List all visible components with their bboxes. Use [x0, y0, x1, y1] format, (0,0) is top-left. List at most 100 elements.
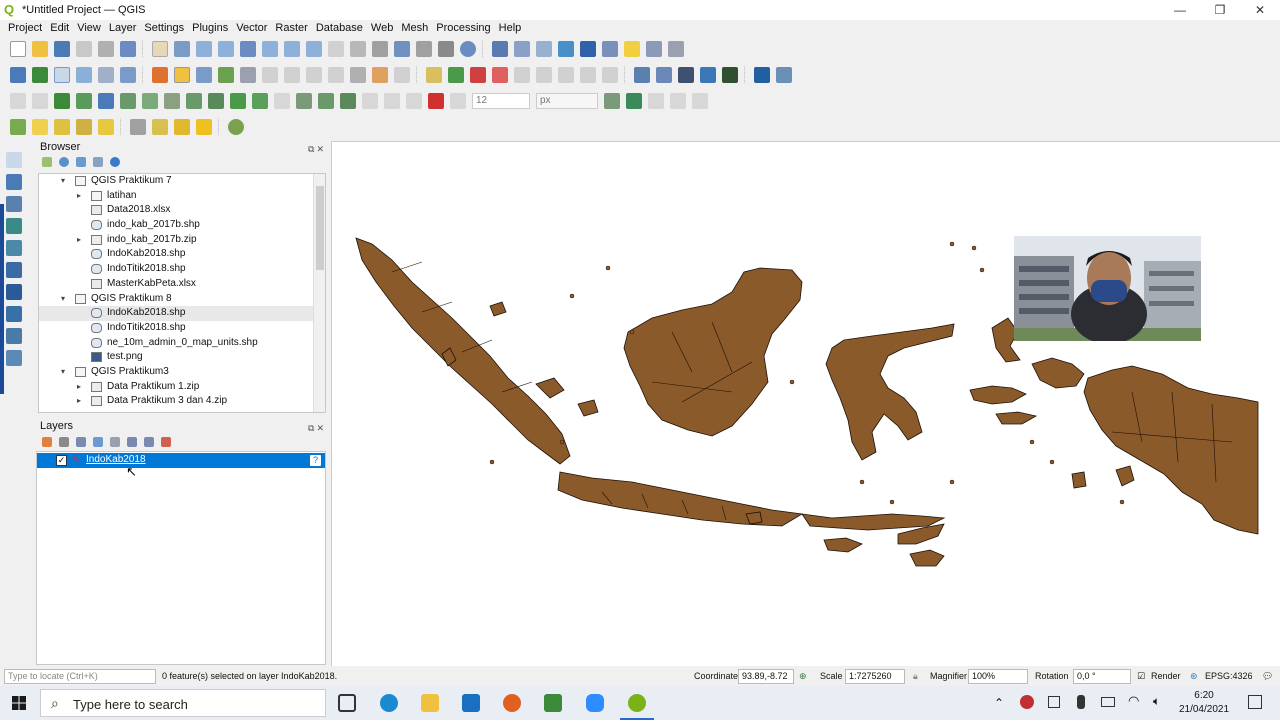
help-contents-icon[interactable] [754, 67, 770, 83]
zoom-app-icon[interactable] [586, 694, 604, 712]
advanced-digitize-icon[interactable] [10, 93, 26, 109]
label-properties-icon[interactable] [602, 67, 618, 83]
crs-button[interactable]: EPSG:4326 [1205, 670, 1253, 683]
zoom-out-icon[interactable] [218, 41, 234, 57]
snapping-magnet-icon[interactable] [428, 93, 444, 109]
add-virtual-layer-icon[interactable] [6, 350, 22, 366]
collapse-arrow-icon[interactable]: ▾ [61, 292, 69, 307]
windows-start-icon[interactable] [12, 696, 26, 710]
copy-features-icon[interactable] [328, 67, 344, 83]
scrollbar-thumb[interactable] [316, 186, 324, 270]
vertex-tool-icon[interactable] [240, 67, 256, 83]
browser-item[interactable]: ▾ QGIS Praktikum 8 [39, 292, 325, 307]
close-button[interactable]: ✕ [1240, 0, 1280, 20]
add-wfs-layer-icon[interactable] [6, 306, 22, 322]
refresh-icon[interactable] [460, 41, 476, 57]
taskbar-search[interactable]: ⌕ Type here to search [40, 689, 326, 717]
clock[interactable]: 6:20 21/04/2021 [1172, 689, 1236, 717]
firefox-icon[interactable] [503, 694, 521, 712]
add-vector-layer-icon[interactable] [6, 152, 22, 168]
expand-arrow-icon[interactable]: ▸ [77, 380, 85, 395]
notifications-icon[interactable] [1248, 695, 1262, 709]
snapping-tolerance-input[interactable]: 12 [472, 93, 530, 109]
layer-item-indokab2018[interactable]: ✓ ✎ IndoKab2018 ? [37, 453, 325, 468]
browser-item[interactable]: MasterKabPeta.xlsx [39, 277, 325, 292]
add-selected-layers-icon[interactable] [42, 157, 52, 167]
add-polygon-feature-icon[interactable] [218, 67, 234, 83]
filter-browser-icon[interactable] [76, 157, 86, 167]
add-wms-layer-icon[interactable] [6, 284, 22, 300]
change-label-icon[interactable] [580, 67, 596, 83]
excel-icon[interactable] [544, 694, 562, 712]
refresh-icon[interactable] [59, 157, 69, 167]
new-virtual-layer-icon[interactable] [120, 67, 136, 83]
text-annotation-icon[interactable] [668, 41, 684, 57]
delete-part-icon[interactable] [142, 93, 158, 109]
select-by-location-icon[interactable] [98, 119, 114, 135]
show-hide-labels-icon[interactable] [514, 67, 530, 83]
expand-arrow-icon[interactable]: ▸ [77, 233, 85, 248]
layer-visibility-checkbox[interactable]: ✓ [56, 455, 67, 466]
collapse-all-icon[interactable] [93, 157, 103, 167]
browser-item[interactable]: Data2018.xlsx [39, 203, 325, 218]
merge-features-icon[interactable] [252, 93, 268, 109]
self-snapping-icon[interactable] [670, 93, 686, 109]
battery-icon[interactable] [1101, 697, 1115, 707]
browser-item[interactable]: ▸ Data Praktikum 1.zip [39, 380, 325, 395]
paste-features-icon[interactable] [350, 67, 366, 83]
menu-raster[interactable]: Raster [271, 22, 311, 34]
qgis-taskbar-icon[interactable] [628, 694, 646, 712]
add-mesh-layer-icon[interactable] [6, 196, 22, 212]
browser-item[interactable]: ne_10m_admin_0_map_units.shp [39, 336, 325, 351]
open-project-icon[interactable] [32, 41, 48, 57]
select-all-icon[interactable] [196, 119, 212, 135]
menu-plugins[interactable]: Plugins [188, 22, 232, 34]
scale-feature-icon[interactable] [406, 93, 422, 109]
new-shapefile-layer-icon[interactable] [54, 67, 70, 83]
edge-browser-icon[interactable] [380, 694, 398, 712]
redo-icon[interactable] [394, 67, 410, 83]
browser-item[interactable]: indo_kab_2017b.shp [39, 218, 325, 233]
reverse-line-icon[interactable] [362, 93, 378, 109]
browser-item[interactable]: IndoTitik2018.shp [39, 321, 325, 336]
menu-project[interactable]: Project [4, 22, 46, 34]
zoom-tools-icon[interactable] [646, 41, 662, 57]
expand-all-icon[interactable] [127, 437, 137, 447]
add-delimited-text-icon[interactable] [6, 218, 22, 234]
trim-extend-icon[interactable] [340, 93, 356, 109]
browser-item[interactable]: ▸ latihan [39, 189, 325, 204]
statistical-summary-icon[interactable] [580, 41, 596, 57]
select-features-icon[interactable] [32, 119, 48, 135]
collapse-arrow-icon[interactable]: ▾ [61, 365, 69, 380]
browser-item[interactable]: IndoKab2018.shp [39, 247, 325, 262]
deselect-features-icon[interactable] [76, 119, 92, 135]
plugin-web-icon[interactable] [656, 67, 672, 83]
menu-vector[interactable]: Vector [232, 22, 271, 34]
highlight-labels-icon[interactable] [470, 67, 486, 83]
open-attribute-table-icon[interactable] [514, 41, 530, 57]
expand-arrow-icon[interactable]: ▸ [77, 394, 85, 409]
add-feature-dropdown-icon[interactable] [10, 119, 26, 135]
new-map-view-icon[interactable] [372, 41, 388, 57]
scale-field[interactable]: 1:7275260 [845, 669, 905, 684]
add-spatialite-icon[interactable] [6, 240, 22, 256]
messages-icon[interactable]: 💬︎ [1262, 670, 1273, 683]
rotate-label-icon[interactable] [558, 67, 574, 83]
field-calculator-icon[interactable] [536, 41, 552, 57]
expand-arrow-icon[interactable]: ▸ [77, 189, 85, 204]
diagram-tool-icon[interactable] [448, 67, 464, 83]
tracing-icon[interactable] [692, 93, 708, 109]
grid-plugin-icon[interactable] [722, 67, 738, 83]
show-hidden-icons-icon[interactable]: ⌃ [994, 696, 1004, 710]
add-raster-layer-icon[interactable] [6, 174, 22, 190]
mail-icon[interactable] [462, 694, 480, 712]
layer-warning-icon[interactable]: ? [310, 455, 321, 466]
globe-plugin-icon[interactable] [228, 119, 244, 135]
zoom-full-icon[interactable] [240, 41, 256, 57]
plugin-globe-icon[interactable] [634, 67, 650, 83]
save-project-icon[interactable] [54, 41, 70, 57]
topological-editing-icon[interactable] [604, 93, 620, 109]
collapse-arrow-icon[interactable]: ▾ [61, 174, 69, 189]
menu-mesh[interactable]: Mesh [397, 22, 432, 34]
new-project-icon[interactable] [10, 41, 26, 57]
